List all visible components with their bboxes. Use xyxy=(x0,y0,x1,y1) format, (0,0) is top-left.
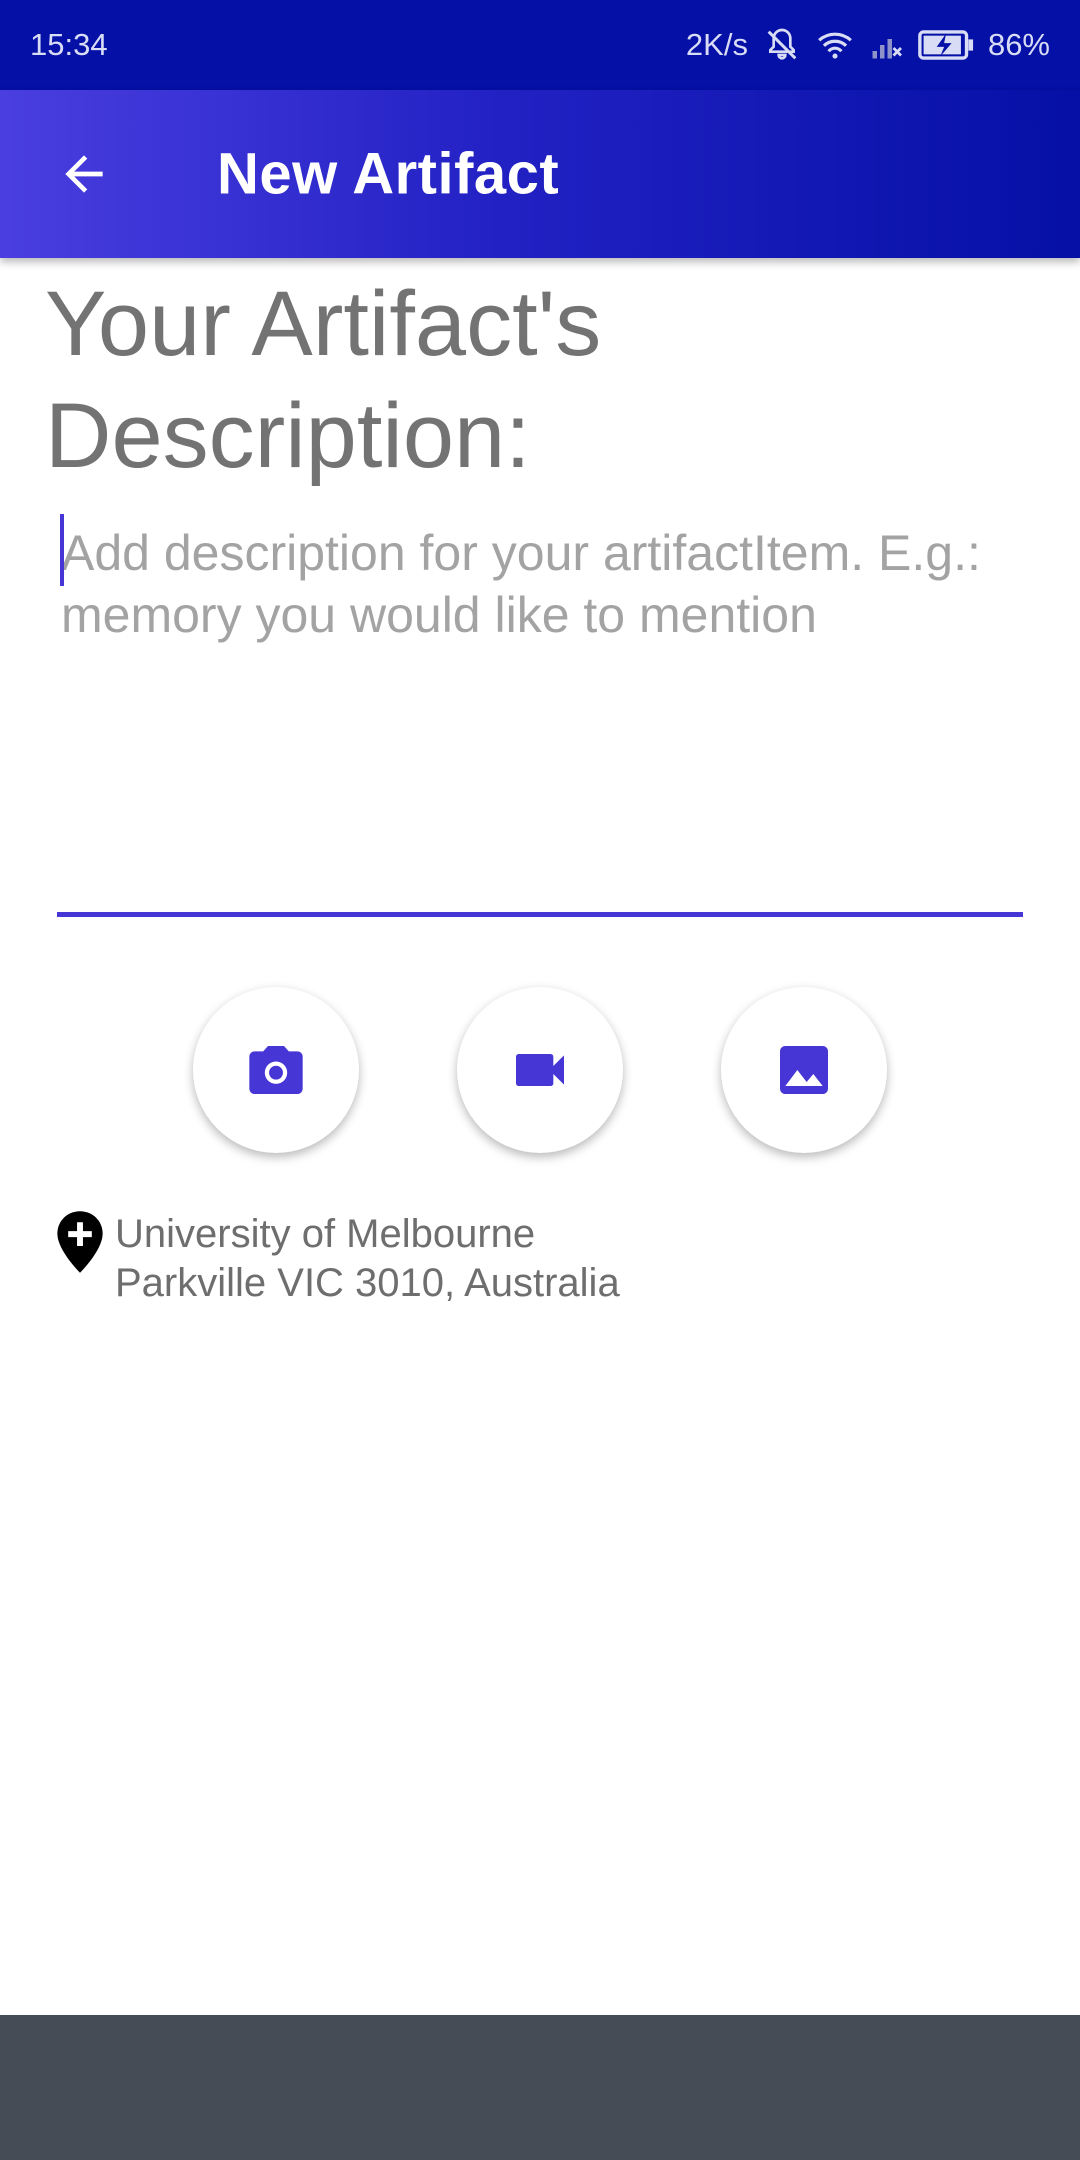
system-navigation-bar xyxy=(0,2015,1080,2160)
camera-icon xyxy=(249,1046,303,1094)
description-field[interactable] xyxy=(57,508,1023,912)
battery-charging-icon xyxy=(918,29,974,61)
description-field-container xyxy=(57,508,1023,918)
battery-level: 86% xyxy=(987,27,1050,62)
arrow-back-icon xyxy=(65,155,103,193)
network-speed: 2K/s xyxy=(685,27,748,62)
status-time: 15:34 xyxy=(30,27,108,62)
mute-bell-icon xyxy=(762,25,802,65)
location-address: University of Melbourne Parkville VIC 30… xyxy=(115,1210,620,1308)
page-title: New Artifact xyxy=(217,141,560,207)
location-line-2: Parkville VIC 3010, Australia xyxy=(115,1261,620,1305)
wifi-icon xyxy=(816,26,854,64)
back-button[interactable] xyxy=(50,140,118,208)
image-icon xyxy=(780,1046,828,1094)
videocam-icon xyxy=(516,1054,564,1086)
signal-icon xyxy=(868,27,904,63)
take-photo-button[interactable] xyxy=(193,987,359,1153)
media-buttons xyxy=(0,987,1080,1155)
app-bar: New Artifact xyxy=(0,90,1080,258)
record-video-button[interactable] xyxy=(457,987,623,1153)
status-bar: 15:34 2K/s 86% xyxy=(0,0,1080,90)
description-field-underline xyxy=(57,912,1023,917)
add-location-icon xyxy=(57,1211,103,1273)
location: University of Melbourne Parkville VIC 30… xyxy=(55,1210,620,1308)
text-cursor xyxy=(60,514,64,586)
pick-image-button[interactable] xyxy=(721,987,887,1153)
location-line-1: University of Melbourne xyxy=(115,1212,536,1256)
description-heading: Your Artifact's Description: xyxy=(45,273,602,487)
status-icons: 2K/s 86% xyxy=(686,25,1050,65)
